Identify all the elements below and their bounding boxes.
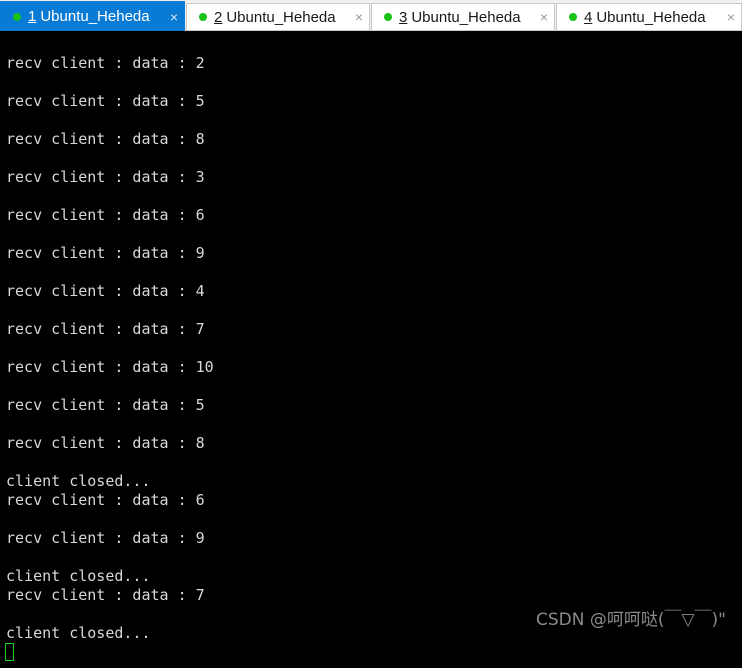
terminal-output[interactable]: recv client : data : 2 recv client : dat… [0,31,742,668]
terminal-line: recv client : data : 4 [6,282,205,300]
tab-label: Ubuntu_Heheda [411,8,521,26]
terminal-line: client closed... [6,472,151,490]
connected-status-icon [199,13,207,21]
terminal-line: recv client : data : 5 [6,92,205,110]
connected-status-icon [13,12,21,21]
close-icon[interactable]: × [540,10,548,24]
close-icon[interactable]: × [170,10,178,24]
terminal-line: client closed... [6,624,151,642]
close-icon[interactable]: × [355,10,363,24]
connected-status-icon [384,13,392,21]
terminal-line: recv client : data : 9 [6,529,205,547]
terminal-line: recv client : data : 7 [6,586,205,604]
tab-number: 4 [584,8,593,26]
terminal-line: recv client : data : 2 [6,54,205,72]
watermark: CSDN @呵呵哒(￣▽￣)" [535,610,726,630]
tab-label: Ubuntu_Heheda [40,8,150,25]
terminal-line: recv client : data : 9 [6,244,205,262]
tab-2[interactable]: 2 Ubuntu_Heheda × [186,3,370,30]
terminal-line: client closed... [6,567,151,585]
tab-label: Ubuntu_Heheda [596,8,706,26]
terminal-line: recv client : data : 5 [6,396,205,414]
tab-label: Ubuntu_Heheda [226,8,336,26]
tab-number: 3 [399,8,408,26]
tab-3[interactable]: 3 Ubuntu_Heheda × [371,3,555,30]
terminal-line: recv client : data : 6 [6,491,205,509]
tab-bar: 1 Ubuntu_Heheda × 2 Ubuntu_Heheda × 3 Ub… [0,0,742,31]
terminal-line: recv client : data : 8 [6,434,205,452]
terminal-line: recv client : data : 10 [6,358,214,376]
terminal-cursor [5,643,14,661]
terminal-line: recv client : data : 6 [6,206,205,224]
tab-number: 2 [214,8,223,26]
close-icon[interactable]: × [727,10,735,24]
terminal-line: recv client : data : 8 [6,130,205,148]
terminal-line: recv client : data : 3 [6,168,205,186]
tab-4[interactable]: 4 Ubuntu_Heheda × [556,3,742,30]
tab-number: 1 [28,8,37,25]
terminal-line: recv client : data : 7 [6,320,205,338]
connected-status-icon [569,13,577,21]
tab-1[interactable]: 1 Ubuntu_Heheda × [0,1,185,31]
